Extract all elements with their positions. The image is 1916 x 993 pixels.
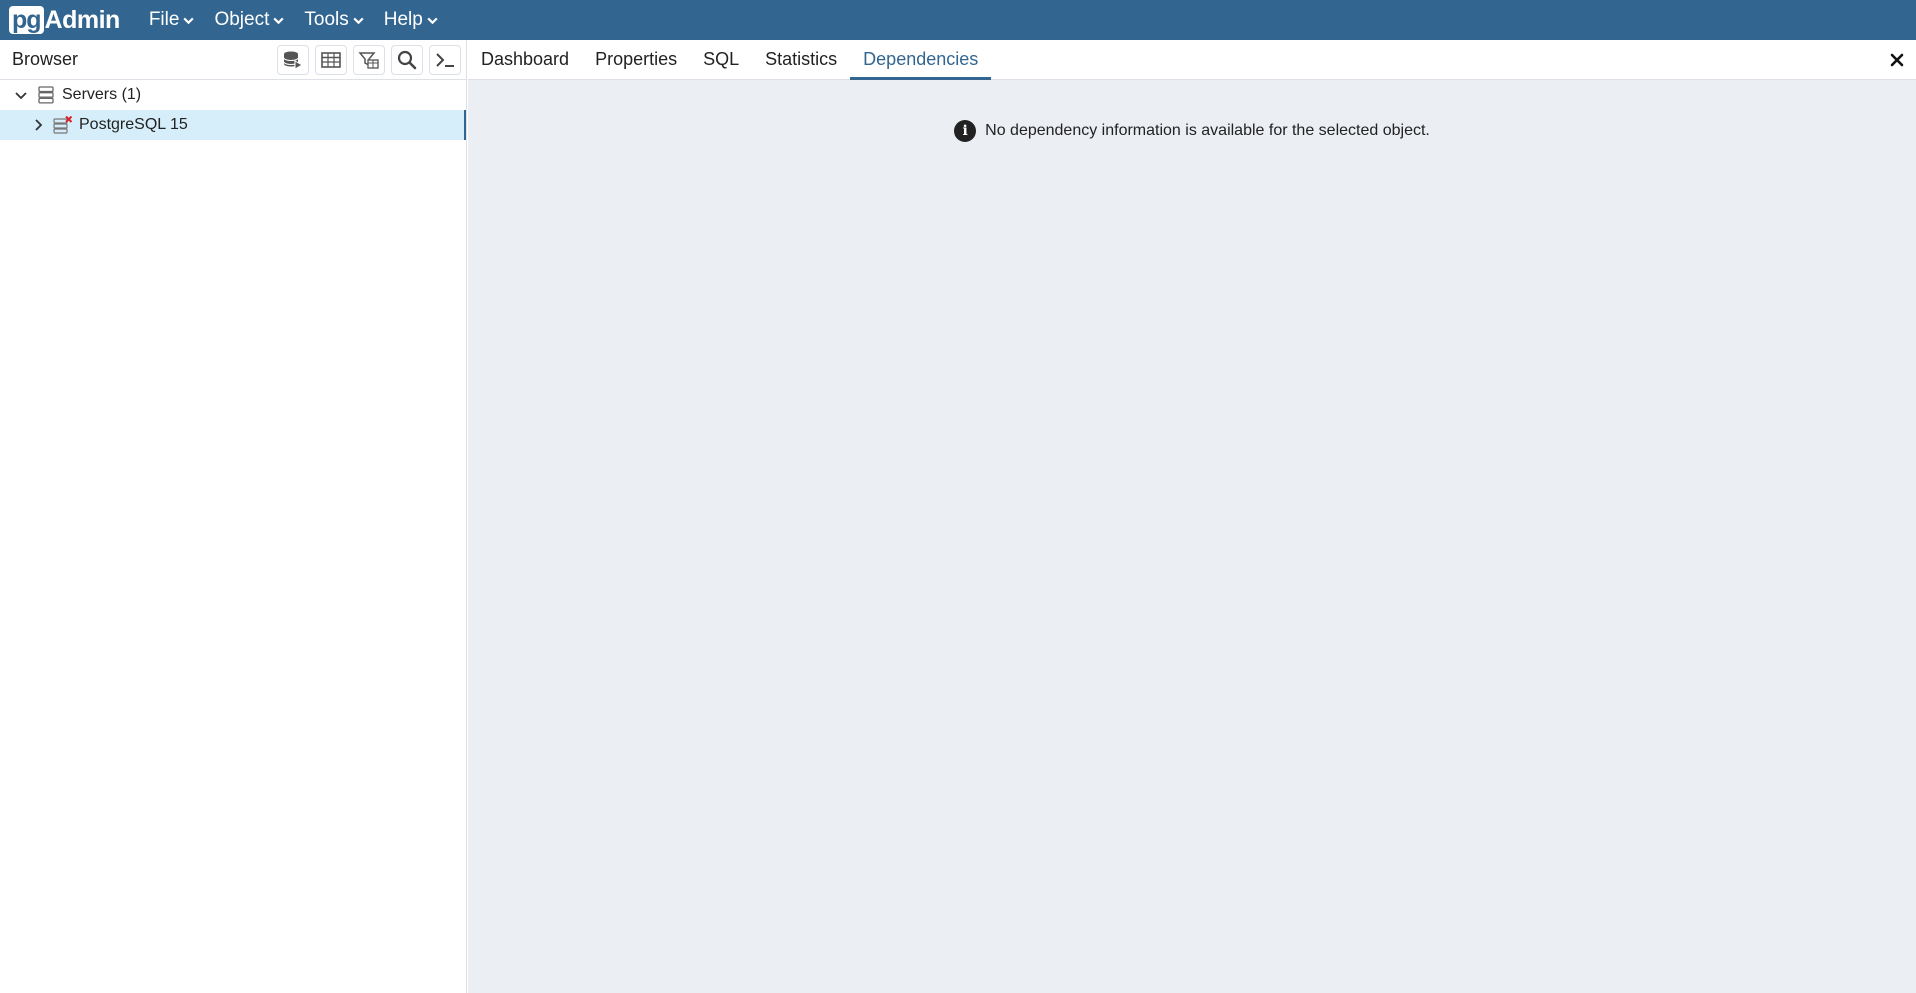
tab-dependencies-label: Dependencies xyxy=(863,49,979,69)
query-tool-button[interactable] xyxy=(277,45,309,75)
chevron-down-icon xyxy=(427,17,438,24)
logo-admin: Admin xyxy=(44,5,121,34)
tab-sql-label: SQL xyxy=(703,49,740,69)
filtered-rows-button[interactable] xyxy=(353,45,385,75)
close-panel-button[interactable] xyxy=(1886,49,1908,71)
close-icon xyxy=(1890,53,1904,67)
browser-toolbar xyxy=(271,45,461,75)
terminal-icon xyxy=(436,53,454,67)
info-message-text: No dependency information is available f… xyxy=(985,122,1430,139)
tab-dashboard-label: Dashboard xyxy=(481,49,570,69)
menu-help-label: Help xyxy=(383,9,423,30)
server-disconnected-icon xyxy=(53,115,73,134)
tab-statistics-label: Statistics xyxy=(765,49,838,69)
filtered-rows-icon xyxy=(358,52,379,69)
chevron-down-icon xyxy=(353,17,364,24)
info-icon: i xyxy=(954,120,977,142)
tab-sql[interactable]: SQL xyxy=(690,40,752,79)
tab-dependencies[interactable]: Dependencies xyxy=(850,40,992,80)
chevron-down-icon[interactable] xyxy=(14,88,28,102)
menu-object-label: Object xyxy=(214,9,270,30)
menu-file-label: File xyxy=(148,9,180,30)
menu-tools-label: Tools xyxy=(304,9,349,30)
tree-node-postgresql-label: PostgreSQL 15 xyxy=(79,116,188,133)
view-data-icon xyxy=(321,52,341,68)
query-tool-icon xyxy=(283,51,304,70)
psql-tool-button[interactable] xyxy=(429,45,461,75)
menu-object[interactable]: Object xyxy=(214,9,285,31)
browser-title: Browser xyxy=(12,49,79,69)
menu-help[interactable]: Help xyxy=(384,9,439,31)
browser-panel: Browser Servers (1) PostgreSQL 15 xyxy=(0,40,467,993)
chevron-down-icon xyxy=(273,17,284,24)
tree-node-servers[interactable]: Servers (1) xyxy=(0,80,466,110)
tab-properties-label: Properties xyxy=(595,49,678,69)
servers-icon xyxy=(36,86,56,104)
chevron-down-icon xyxy=(183,17,195,24)
menu-tools[interactable]: Tools xyxy=(304,9,364,31)
info-message: i No dependency information is available… xyxy=(468,120,1916,142)
tab-statistics[interactable]: Statistics xyxy=(752,40,850,79)
tab-dashboard[interactable]: Dashboard xyxy=(468,40,582,79)
object-tree: Servers (1) PostgreSQL 15 xyxy=(0,80,466,140)
view-data-button[interactable] xyxy=(315,45,347,75)
main-panel: Dashboard Properties SQL Statistics Depe… xyxy=(468,40,1916,993)
menu-file[interactable]: File xyxy=(149,9,196,31)
pgadmin-logo: pg Admin xyxy=(9,0,120,40)
chevron-right-icon[interactable] xyxy=(31,118,45,132)
search-icon xyxy=(397,50,417,70)
logo-pg: pg xyxy=(9,6,44,34)
main-menu: File Object Tools Help xyxy=(149,9,458,31)
browser-header: Browser xyxy=(0,40,466,80)
search-objects-button[interactable] xyxy=(391,45,423,75)
tree-node-servers-label: Servers (1) xyxy=(62,86,142,103)
tab-properties[interactable]: Properties xyxy=(582,40,690,79)
tab-bar: Dashboard Properties SQL Statistics Depe… xyxy=(468,40,1916,80)
top-menu-bar: pg Admin File Object Tools Help xyxy=(0,0,1916,40)
tree-node-postgresql-15[interactable]: PostgreSQL 15 xyxy=(0,110,466,140)
